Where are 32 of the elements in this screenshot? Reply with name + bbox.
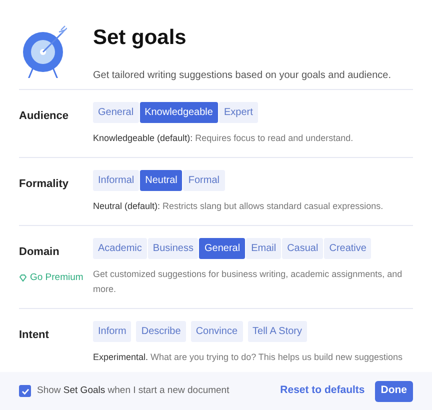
- subtitle: Get tailored writing suggestions based on your goals and audience.: [93, 68, 391, 82]
- option-button[interactable]: Expert: [218, 102, 258, 123]
- section-label: Domain: [19, 245, 60, 260]
- option-button[interactable]: Describe: [136, 321, 186, 342]
- option-button[interactable]: Creative: [324, 238, 372, 259]
- section-label: Formality: [19, 177, 70, 192]
- checkbox[interactable]: [19, 385, 31, 397]
- option-button[interactable]: Knowledgeable: [140, 102, 218, 123]
- section-description: Neutral (default): Restricts slang but allows standard casual expressions.: [93, 200, 384, 213]
- option-button[interactable]: Informal: [93, 170, 140, 191]
- checkbox-label: Show Set Goals when I start a new document: [37, 384, 230, 398]
- option-button[interactable]: Academic: [93, 238, 147, 259]
- done-button[interactable]: Done: [374, 380, 413, 402]
- section-label: Intent: [19, 328, 50, 343]
- option-button[interactable]: Business: [148, 238, 198, 259]
- option-button[interactable]: General: [93, 102, 139, 123]
- option-button[interactable]: Neutral: [140, 170, 182, 191]
- section-label: Audience: [19, 109, 70, 124]
- option-button[interactable]: General: [199, 238, 246, 259]
- option-button[interactable]: Inform: [93, 321, 132, 342]
- section-description: Experimental. What are you trying to do? This helps us build new suggestions: [93, 351, 404, 364]
- option-button[interactable]: Email: [246, 238, 282, 259]
- option-button[interactable]: Tell A Story: [248, 321, 307, 342]
- premium-link[interactable]: Go Premium: [30, 270, 84, 285]
- reset-link[interactable]: Reset to defaults: [280, 383, 365, 399]
- option-button[interactable]: Formal: [183, 170, 224, 191]
- option-button[interactable]: Casual: [282, 238, 324, 259]
- section-description: Get customized suggestions for business writing, academic assignments, and more.: [93, 268, 404, 296]
- diamond-icon: [19, 274, 27, 282]
- section-description: Knowledgeable (default): Requires focus to read and understand.: [93, 132, 354, 145]
- dialog-title: Set goals: [93, 25, 188, 51]
- option-button[interactable]: Convince: [190, 321, 243, 342]
